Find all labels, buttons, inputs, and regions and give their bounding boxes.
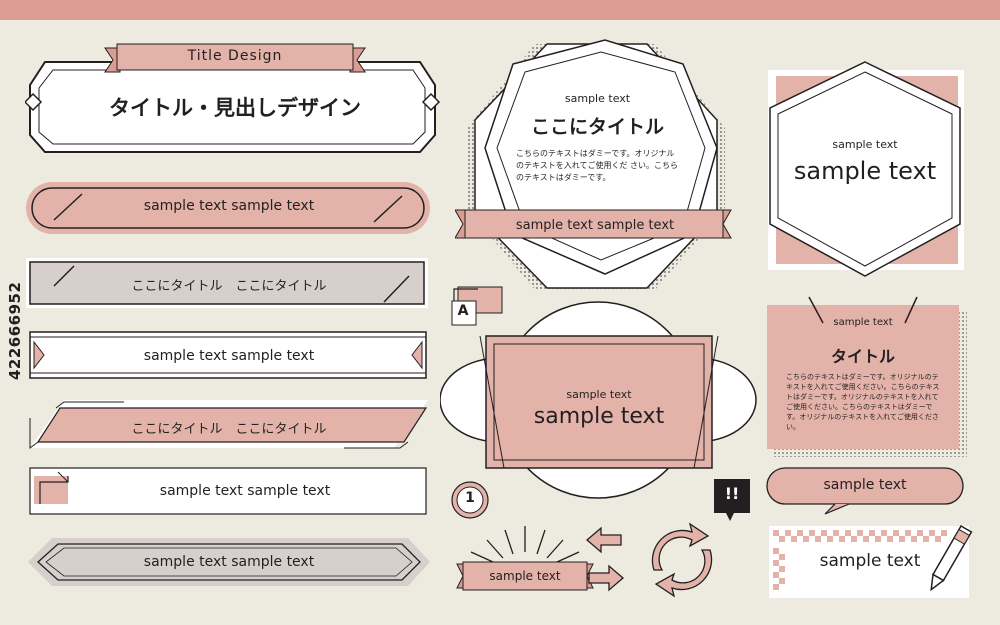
main-heading: タイトル・見出しデザイン — [109, 96, 361, 120]
octagon-ribbon-text: sample text sample text — [515, 218, 675, 233]
pink-card-small-text: sample text — [833, 317, 893, 328]
round-heading: sample text — [533, 404, 665, 429]
bar-3-text: sample text sample text — [143, 348, 315, 364]
bar-6-text: sample text sample text — [143, 554, 315, 570]
top-accent-bar — [0, 0, 1000, 20]
octagon-small-text: sample text — [564, 92, 631, 105]
hexagon-heading: sample text — [793, 157, 937, 185]
bar-1-text: sample text sample text — [143, 198, 315, 214]
round-small-text: sample text — [566, 388, 632, 401]
exclaim-badge: !! — [724, 484, 740, 503]
stock-id: 422666952 — [6, 281, 24, 380]
cycle-arrows-icon — [651, 522, 713, 598]
bar-2-text: ここにタイトル ここにタイトル — [131, 279, 327, 294]
sunburst-ribbon-frame — [456, 526, 594, 591]
bar-4-text: ここにタイトル ここにタイトル — [131, 422, 327, 437]
pink-card-body: こちらのテキストはダミーです。オリジナルのテキストを入れてご使用ください。こちら… — [786, 373, 940, 431]
number-badge: 1 — [465, 490, 475, 506]
octagon-heading: ここにタイトル — [530, 116, 664, 138]
bar-5-text: sample text sample text — [159, 483, 331, 499]
speech-pill-text: sample text — [823, 477, 907, 493]
arrow-right-icon — [588, 564, 624, 592]
small-ribbon-text: sample text — [489, 569, 561, 583]
title-design-label: Title Design — [187, 48, 283, 64]
octagon-body: こちらのテキストはダミーです。オリジナルのテキストを入れてご使用くだ さい。こち… — [516, 149, 679, 182]
hexagon-small-text: sample text — [832, 138, 898, 151]
arrow-left-icon — [586, 526, 622, 554]
pen-card-text: sample text — [819, 551, 921, 571]
pink-card-heading: タイトル — [830, 347, 895, 366]
